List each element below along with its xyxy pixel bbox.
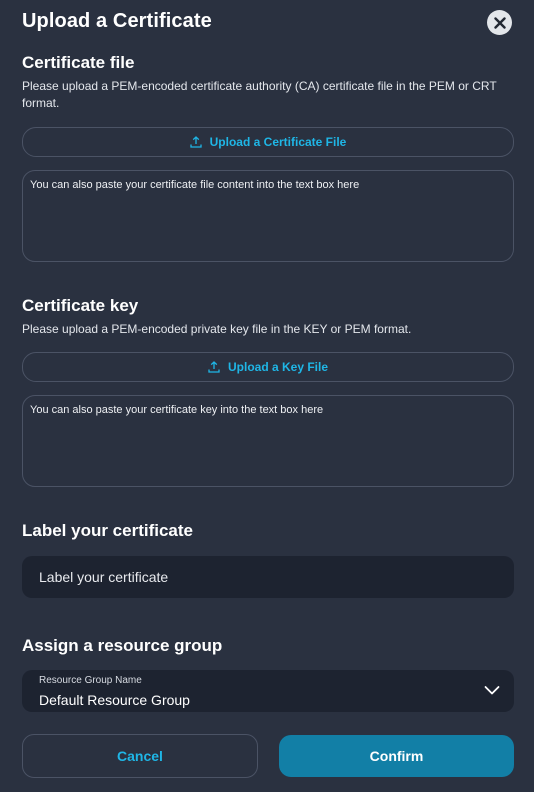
- close-icon: [493, 16, 506, 29]
- resource-group-selected-value: Default Resource Group: [39, 692, 190, 708]
- upload-certificate-file-label: Upload a Certificate File: [209, 135, 347, 149]
- certificate-label-input[interactable]: [22, 556, 514, 598]
- upload-key-file-label: Upload a Key File: [227, 360, 329, 374]
- certificate-file-textarea[interactable]: [22, 170, 514, 262]
- resource-group-heading: Assign a resource group: [22, 636, 223, 655]
- certificate-file-description: Please upload a PEM-encoded certificate …: [22, 79, 497, 110]
- certificate-key-heading: Certificate key: [22, 296, 139, 315]
- confirm-button[interactable]: Confirm: [279, 735, 514, 777]
- certificate-key-description: Please upload a PEM-encoded private key …: [22, 322, 412, 336]
- upload-icon: [189, 136, 202, 148]
- close-button[interactable]: [487, 10, 512, 35]
- certificate-file-heading: Certificate file: [22, 53, 135, 72]
- certificate-key-textarea[interactable]: [22, 395, 514, 487]
- upload-certificate-dialog: Upload a Certificate Certificate file Pl…: [0, 0, 534, 792]
- chevron-down-icon: [484, 686, 500, 695]
- dialog-title: Upload a Certificate: [22, 10, 212, 32]
- resource-group-select[interactable]: Resource Group Name Default Resource Gro…: [22, 670, 514, 712]
- upload-key-file-button[interactable]: Upload a Key File: [22, 352, 514, 382]
- cancel-button[interactable]: Cancel: [22, 734, 258, 778]
- upload-icon: [208, 361, 220, 373]
- label-heading: Label your certificate: [22, 521, 194, 540]
- upload-certificate-file-button[interactable]: Upload a Certificate File: [22, 127, 514, 157]
- resource-group-field-label: Resource Group Name: [39, 675, 142, 686]
